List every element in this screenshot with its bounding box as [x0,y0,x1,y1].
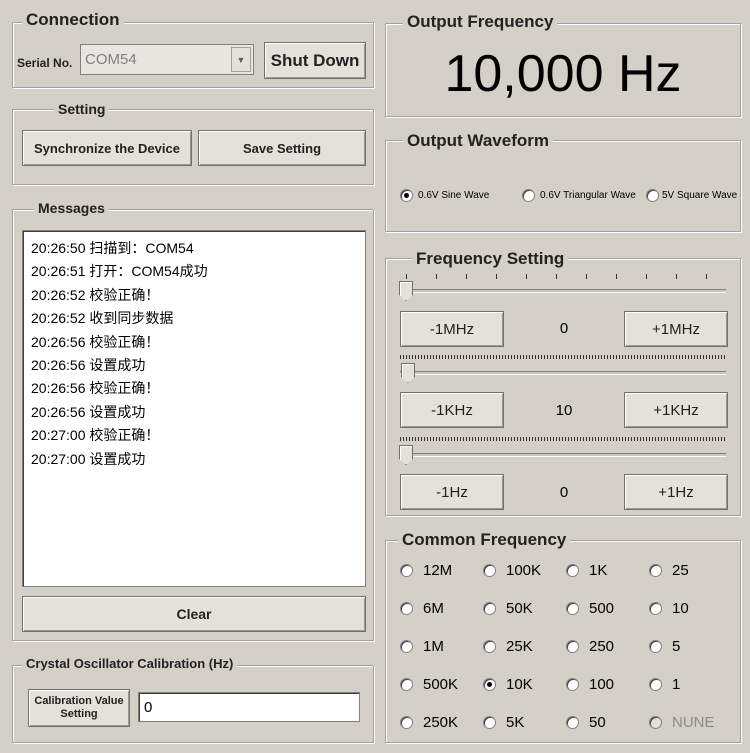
message-line: 20:26:56 校验正确！ [31,333,160,350]
common-frequency-label: 500K [423,676,459,693]
common-frequency-radio[interactable] [566,678,579,691]
minus-1khz-button[interactable]: -1KHz [400,392,504,428]
common-frequency-label: 6M [423,600,444,617]
common-frequency-label: 100 [589,676,615,693]
hz-slider-ticks [400,437,726,441]
common-frequency-radio[interactable] [566,564,579,577]
waveform-label-triangular: 0.6V Triangular Wave [540,190,636,201]
common-frequency-label: 1 [672,676,681,693]
waveform-radio-triangular[interactable] [522,189,535,202]
connection-title: Connection [22,10,124,30]
message-line: 20:27:00 设置成功 [31,450,146,467]
common-frequency-label: 12M [423,562,453,579]
common-frequency-radio[interactable] [649,678,662,691]
mhz-value: 0 [559,320,569,337]
common-frequency-radio[interactable] [400,678,413,691]
common-frequency-label: 10 [672,600,689,617]
common-frequency-label: 50K [506,600,533,617]
serial-select[interactable]: COM54 ▼ [80,44,254,75]
message-line: 20:26:56 校验正确！ [31,380,160,397]
common-frequency-title: Common Frequency [398,530,571,550]
minus-1hz-button[interactable]: -1Hz [400,474,504,510]
plus-1mhz-button[interactable]: +1MHz [624,311,728,347]
message-line: 20:26:52 收到同步数据 [31,310,174,327]
common-frequency-label: 50 [589,714,606,731]
messages-lines: 20:26:50 扫描到：COM54 20:26:51 打开：COM54成功 20:… [31,237,357,471]
synchronize-button[interactable]: Synchronize the Device [22,130,192,166]
message-line: 20:26:56 设置成功 [31,403,146,420]
calibration-title: Crystal Oscillator Calibration (Hz) [22,656,238,671]
clear-button[interactable]: Clear [22,596,366,632]
waveform-label-square: 5V Square Wave [662,190,738,201]
message-line: 20:26:50 扫描到：COM54 [31,240,194,256]
waveform-label-sine: 0.6V Sine Wave [418,190,490,201]
common-frequency-label: 250K [423,714,459,731]
messages-title: Messages [34,200,109,216]
common-frequency-radio[interactable] [400,564,413,577]
messages-list[interactable]: 20:26:50 扫描到：COM54 20:26:51 打开：COM54成功 20:… [22,230,366,587]
khz-slider-track[interactable] [400,371,726,375]
message-line: 20:26:51 打开：COM54成功 [31,263,208,280]
common-frequency-label: 10K [506,676,533,693]
common-frequency-label: 100K [506,562,542,579]
output-waveform-group [385,140,741,232]
save-setting-button[interactable]: Save Setting [198,130,366,166]
common-frequency-radio[interactable] [483,602,496,615]
common-frequency-label: NUNE [672,714,715,731]
common-frequency-radio[interactable] [400,716,413,729]
common-frequency-label: 5 [672,638,681,655]
common-frequency-radio[interactable] [483,564,496,577]
message-line: 20:26:52 校验正确！ [31,286,160,303]
common-frequency-label: 1K [589,562,608,579]
common-frequency-radio[interactable] [483,678,496,691]
common-frequency-radio[interactable] [483,716,496,729]
shutdown-button[interactable]: Shut Down [264,42,366,79]
common-frequency-label: 25 [672,562,689,579]
output-frequency-value: 10,000 Hz [444,45,682,103]
common-frequency-radio[interactable] [400,640,413,653]
common-frequency-label: 250 [589,638,615,655]
calibration-button-line1: Calibration Value [34,695,124,707]
serial-label: Serial No. [17,56,73,70]
calibration-button-line2: Setting [60,708,98,720]
message-line: 20:26:56 设置成功 [31,357,146,374]
minus-1mhz-button[interactable]: -1MHz [400,311,504,347]
output-frequency-title: Output Frequency [403,12,558,32]
khz-value: 10 [555,402,573,419]
chevron-down-icon[interactable]: ▼ [231,47,251,72]
khz-slider-ticks [400,355,726,359]
calibration-value-setting-button[interactable]: Calibration Value Setting [28,689,130,727]
common-frequency-radio[interactable] [566,602,579,615]
output-waveform-title: Output Waveform [403,131,553,151]
serial-value: COM54 [85,51,137,68]
common-frequency-label: 1M [423,638,444,655]
hz-slider-track[interactable] [400,453,726,457]
calibration-input[interactable]: 0 [138,692,360,722]
setting-title: Setting [54,101,110,117]
common-frequency-radio[interactable] [649,602,662,615]
common-frequency-radio[interactable] [400,602,413,615]
frequency-setting-title: Frequency Setting [412,249,569,269]
message-line: 20:27:00 校验正确！ [31,427,160,444]
waveform-radio-square[interactable] [646,189,659,202]
common-frequency-radio[interactable] [649,640,662,653]
mhz-slider-track[interactable] [400,289,726,293]
common-frequency-label: 5K [506,714,525,731]
common-frequency-radio[interactable] [566,716,579,729]
plus-1khz-button[interactable]: +1KHz [624,392,728,428]
common-frequency-radio[interactable] [566,640,579,653]
hz-value: 0 [559,484,569,501]
common-frequency-label: 500 [589,600,615,617]
common-frequency-label: 25K [506,638,533,655]
common-frequency-radio[interactable] [649,564,662,577]
plus-1hz-button[interactable]: +1Hz [624,474,728,510]
common-frequency-radio[interactable] [483,640,496,653]
calibration-input-value: 0 [144,699,153,716]
waveform-radio-sine[interactable] [400,189,413,202]
common-frequency-radio [649,716,662,729]
mhz-slider-ticks [400,274,726,280]
